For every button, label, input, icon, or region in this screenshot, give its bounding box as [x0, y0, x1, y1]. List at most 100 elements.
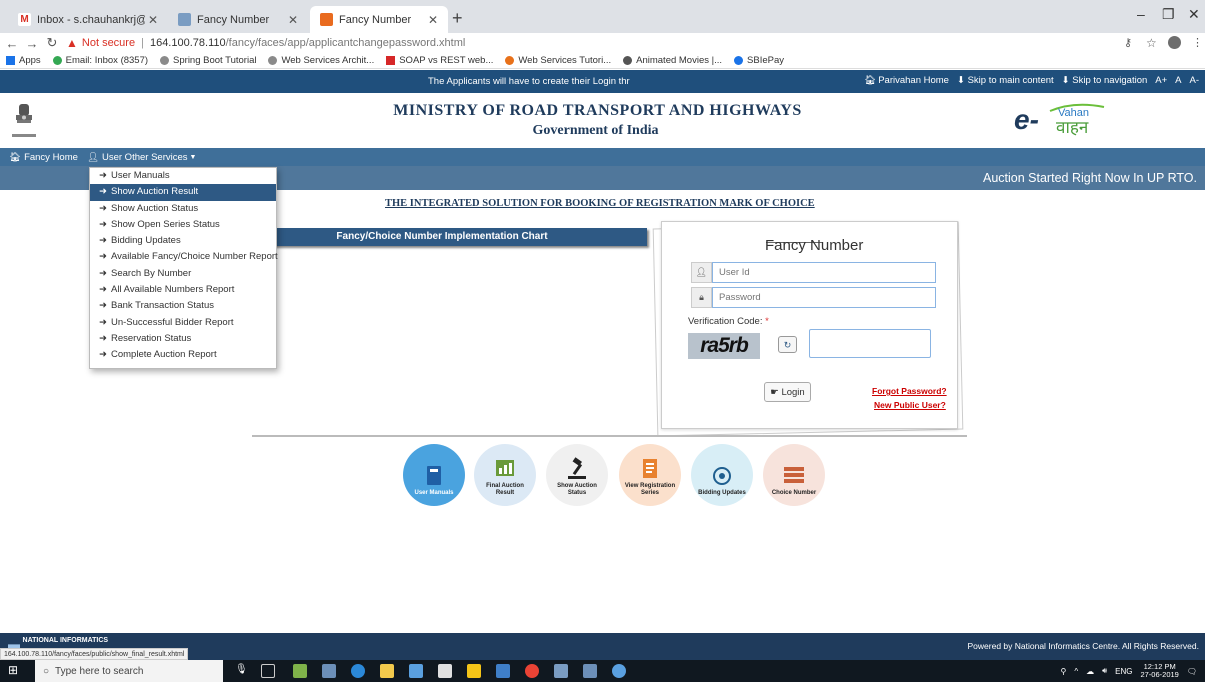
tab-fancy-number-1[interactable]: Fancy Number ✕: [168, 6, 308, 33]
dropdown-item-all-available-numbers-report[interactable]: ➜ All Available Numbers Report: [90, 282, 276, 298]
font-normal-button[interactable]: A: [1175, 75, 1181, 86]
dropdown-item-reservation-status[interactable]: ➜ Reservation Status: [90, 331, 276, 347]
url-field[interactable]: ▲ Not secure | 164.100.78.110/fancy/face…: [66, 36, 465, 50]
dropdown-item-unsuccessful-bidder-report[interactable]: ➜ Un-Successful Bidder Report: [90, 315, 276, 331]
dropdown-item-show-auction-status[interactable]: ➜ Show Auction Status: [90, 201, 276, 217]
quick-link-view-registration-series[interactable]: View Registration Series: [619, 444, 681, 506]
microphone-icon[interactable]: 🎙︎: [235, 664, 249, 678]
top-strip: The Applicants will have to create their…: [0, 70, 1205, 93]
app-icon[interactable]: [554, 664, 568, 678]
dropdown-item-complete-auction-report[interactable]: ➜ Complete Auction Report: [90, 347, 276, 363]
edge-icon[interactable]: [351, 664, 365, 678]
implementation-chart-bar[interactable]: Fancy/Choice Number Implementation Chart: [237, 228, 647, 246]
font-decrease-button[interactable]: A-: [1190, 75, 1200, 86]
bookmark-email[interactable]: Email: Inbox (8357): [52, 55, 148, 66]
menu-icon[interactable]: ⋮: [1192, 36, 1203, 49]
font-increase-button[interactable]: A+: [1155, 75, 1167, 86]
fancy-home-link[interactable]: 🏠︎ Fancy Home: [9, 152, 78, 163]
dropdown-item-search-by-number[interactable]: ➜ Search By Number: [90, 266, 276, 282]
app-icon[interactable]: [322, 664, 336, 678]
app-icon[interactable]: [612, 664, 626, 678]
notifications-icon[interactable]: 🗨︎: [1187, 667, 1197, 676]
dropdown-item-available-fancy-number-report[interactable]: ➜ Available Fancy/Choice Number Report: [90, 249, 278, 265]
bookmark-web-tutorial[interactable]: Web Services Tutori...: [505, 55, 611, 66]
new-tab-button[interactable]: +: [452, 8, 463, 29]
skip-nav-link[interactable]: ⬇ Skip to navigation: [1062, 75, 1148, 86]
profile-icon[interactable]: [1168, 36, 1181, 49]
bookmark-animated[interactable]: Animated Movies |...: [623, 55, 722, 66]
bookmarks-bar: Apps Email: Inbox (8357) Spring Boot Tut…: [0, 53, 1205, 69]
user-id-input[interactable]: [712, 262, 936, 283]
store-icon[interactable]: [409, 664, 423, 678]
parivahan-home-link[interactable]: Parivahan Home: [878, 75, 949, 86]
close-icon[interactable]: ✕: [288, 13, 298, 27]
password-input[interactable]: [712, 287, 936, 308]
movie-icon: [623, 56, 633, 65]
bookmark-sbiepay[interactable]: SBIePay: [734, 55, 784, 66]
email-icon: [52, 56, 62, 65]
refresh-captcha-icon[interactable]: ↻: [778, 336, 797, 353]
dropdown-item-bank-transaction-status[interactable]: ➜ Bank Transaction Status: [90, 298, 276, 314]
restore-icon[interactable]: ❐: [1162, 6, 1175, 23]
quick-link-bidding-updates[interactable]: Bidding Updates: [691, 444, 753, 506]
app-icon[interactable]: [293, 664, 307, 678]
star-icon[interactable]: ☆: [1146, 36, 1157, 50]
taskbar-search[interactable]: ○ Type here to search: [35, 660, 223, 682]
url-path: /fancy/faces/app/applicantchangepassword…: [225, 37, 466, 49]
login-card: Fancy Number 👤︎ 🔒︎ Verification Code: * …: [661, 221, 958, 429]
skip-main-link[interactable]: ⬇ Skip to main content: [957, 75, 1054, 86]
dropdown-item-show-open-series-status[interactable]: ➜ Show Open Series Status: [90, 217, 276, 233]
clock[interactable]: 12:12 PM 27-06-2019: [1140, 663, 1178, 679]
close-icon[interactable]: ✕: [428, 13, 438, 27]
task-view-icon[interactable]: [261, 664, 275, 678]
bookmark-apps[interactable]: Apps: [6, 55, 41, 66]
quick-link-show-auction-status[interactable]: Show Auction Status: [546, 444, 608, 506]
language-indicator[interactable]: ENG: [1115, 667, 1132, 676]
arrow-right-icon: ➜: [99, 218, 107, 230]
forward-icon[interactable]: →: [24, 36, 40, 51]
quick-link-final-auction-result[interactable]: Final Auction Result: [474, 444, 536, 506]
new-public-user-link[interactable]: New Public User?: [874, 400, 946, 410]
bookmark-spring-boot[interactable]: Spring Boot Tutorial: [160, 55, 256, 66]
arrow-right-icon: ➜: [99, 267, 107, 279]
dropdown-item-bidding-updates[interactable]: ➜ Bidding Updates: [90, 233, 276, 249]
chevron-up-icon[interactable]: ^: [1074, 667, 1078, 676]
chrome-icon[interactable]: [525, 664, 539, 678]
quick-link-choice-number[interactable]: Choice Number: [763, 444, 825, 506]
tab-fancy-number-2[interactable]: Fancy Number ✕: [310, 6, 448, 33]
login-button[interactable]: ☛ Login: [764, 382, 811, 402]
lock-icon: 🔒︎: [691, 287, 712, 308]
captcha-input[interactable]: [809, 329, 931, 358]
close-icon[interactable]: ✕: [148, 13, 158, 27]
dropdown-item-show-auction-result[interactable]: ➜ Show Auction Result: [90, 184, 276, 201]
app-icon[interactable]: [583, 664, 597, 678]
sticky-notes-icon[interactable]: [467, 664, 481, 678]
mail-icon[interactable]: [438, 664, 452, 678]
app-icon[interactable]: [496, 664, 510, 678]
gavel-icon: [568, 457, 586, 479]
manual-book-icon: [427, 466, 441, 485]
bookmark-web-services[interactable]: Web Services Archit...: [268, 55, 374, 66]
key-icon[interactable]: ⚷: [1124, 36, 1132, 49]
svg-text:e-: e-: [1014, 104, 1039, 135]
cloud-icon[interactable]: ☁: [1086, 667, 1094, 676]
minimize-icon[interactable]: –: [1137, 6, 1145, 22]
reload-icon[interactable]: ↻: [44, 35, 60, 51]
apps-icon: [6, 56, 15, 65]
windows-start-icon[interactable]: ⊞: [8, 663, 24, 679]
tab-gmail[interactable]: M Inbox - s.chauhankrj@gmail.com ✕: [8, 6, 168, 33]
arrow-right-icon: ➜: [99, 332, 107, 344]
bookmark-soap-rest[interactable]: SOAP vs REST web...: [386, 55, 493, 66]
not-secure-label: Not secure: [81, 37, 136, 49]
search-icon: ○: [43, 665, 50, 677]
people-icon[interactable]: ⚲: [1060, 667, 1066, 676]
arrow-right-icon: ➜: [99, 284, 107, 296]
dropdown-item-user-manuals[interactable]: ➜ User Manuals: [90, 168, 276, 184]
file-explorer-icon[interactable]: [380, 664, 394, 678]
volume-icon[interactable]: 🔊︎: [1102, 666, 1107, 676]
user-other-services-menu[interactable]: 👤︎ User Other Services ▼: [87, 152, 197, 163]
close-window-icon[interactable]: ✕: [1188, 6, 1200, 23]
forgot-password-link[interactable]: Forgot Password?: [872, 386, 947, 396]
quick-link-user-manuals[interactable]: User Manuals: [403, 444, 465, 506]
back-icon[interactable]: ←: [4, 36, 20, 51]
